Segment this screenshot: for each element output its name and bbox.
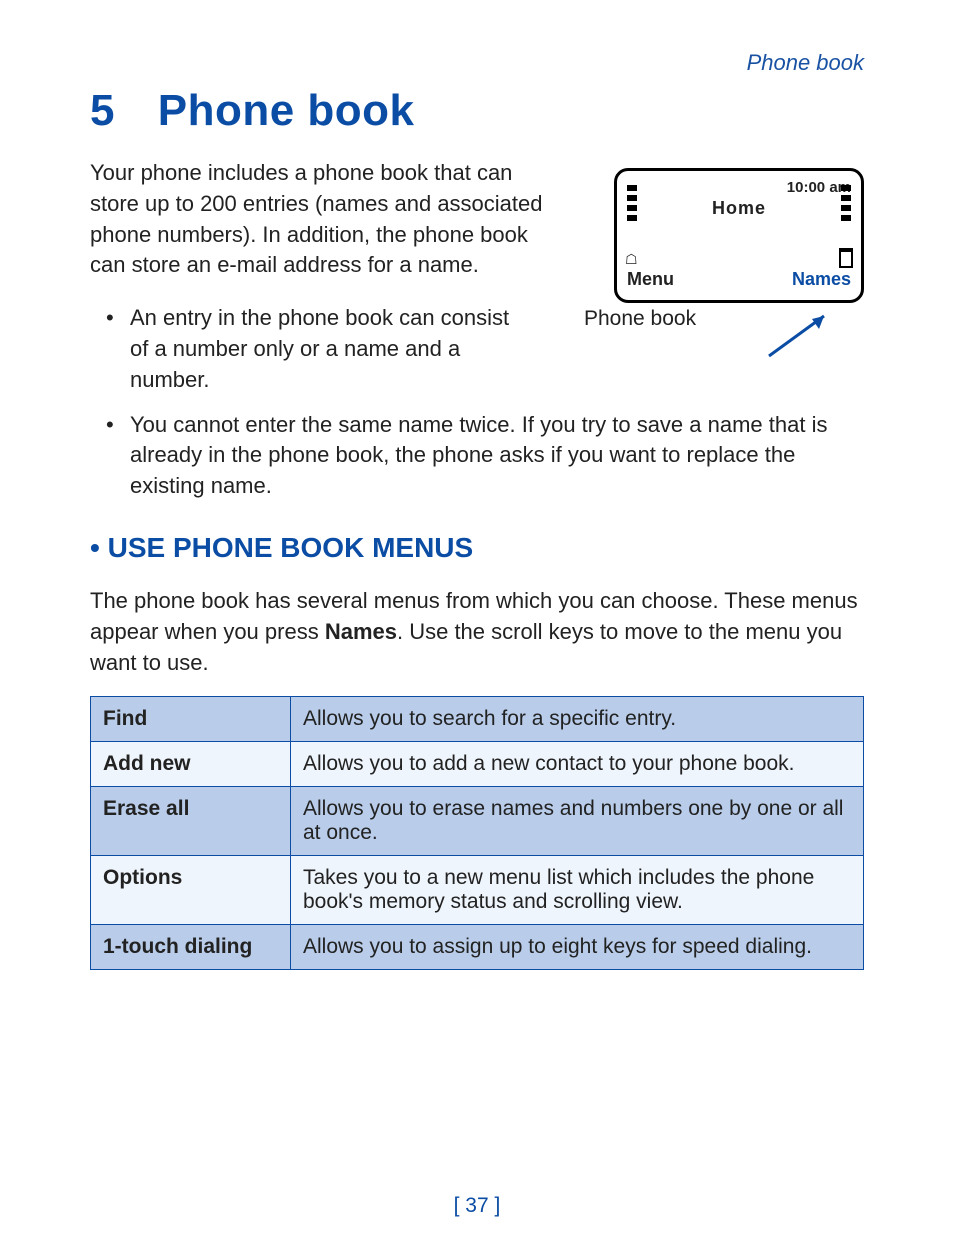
table-row: 1-touch dialing Allows you to assign up … [91,925,864,970]
chapter-heading: 5 Phone book [90,86,864,136]
menu-desc: Allows you to search for a specific entr… [291,697,864,742]
names-keyword: Names [325,619,397,644]
intro-bullet-list: An entry in the phone book can consist o… [90,303,864,502]
callout-arrow-icon [764,311,844,361]
table-row: Options Takes you to a new menu list whi… [91,856,864,925]
chapter-title: Phone book [158,86,415,135]
table-row: Erase all Allows you to erase names and … [91,787,864,856]
section-heading: USE PHONE BOOK MENUS [90,532,864,564]
running-header: Phone book [90,50,864,76]
menu-name: 1-touch dialing [91,925,291,970]
list-item: An entry in the phone book can consist o… [130,303,530,395]
list-item: You cannot enter the same name twice. If… [130,410,864,502]
screen-home-label: Home [627,198,851,219]
page-number: [ 37 ] [0,1194,954,1218]
menu-desc: Allows you to add a new contact to your … [291,742,864,787]
menu-name: Find [91,697,291,742]
chapter-number: 5 [90,86,115,135]
intro-paragraph: Your phone includes a phone book that ca… [90,158,560,281]
menu-desc: Allows you to erase names and numbers on… [291,787,864,856]
signal-bars-icon [627,181,637,225]
softkey-names: Names [792,269,851,290]
menu-desc: Takes you to a new menu list which inclu… [291,856,864,925]
table-row: Find Allows you to search for a specific… [91,697,864,742]
menu-desc: Allows you to assign up to eight keys fo… [291,925,864,970]
table-row: Add new Allows you to add a new contact … [91,742,864,787]
menu-name: Erase all [91,787,291,856]
section-intro: The phone book has several menus from wh… [90,586,864,678]
menus-table: Find Allows you to search for a specific… [90,696,864,970]
softkey-menu: Menu [627,269,674,290]
menu-name: Options [91,856,291,925]
battery-bars-icon [841,181,851,225]
antenna-icon: ☖ [625,251,638,268]
phone-screen: 10:00 am Home ☖ Menu Names [614,168,864,303]
phone-screen-figure: 10:00 am Home ☖ Menu Names Phone book [614,168,864,331]
battery-icon [839,248,853,268]
menu-name: Add new [91,742,291,787]
